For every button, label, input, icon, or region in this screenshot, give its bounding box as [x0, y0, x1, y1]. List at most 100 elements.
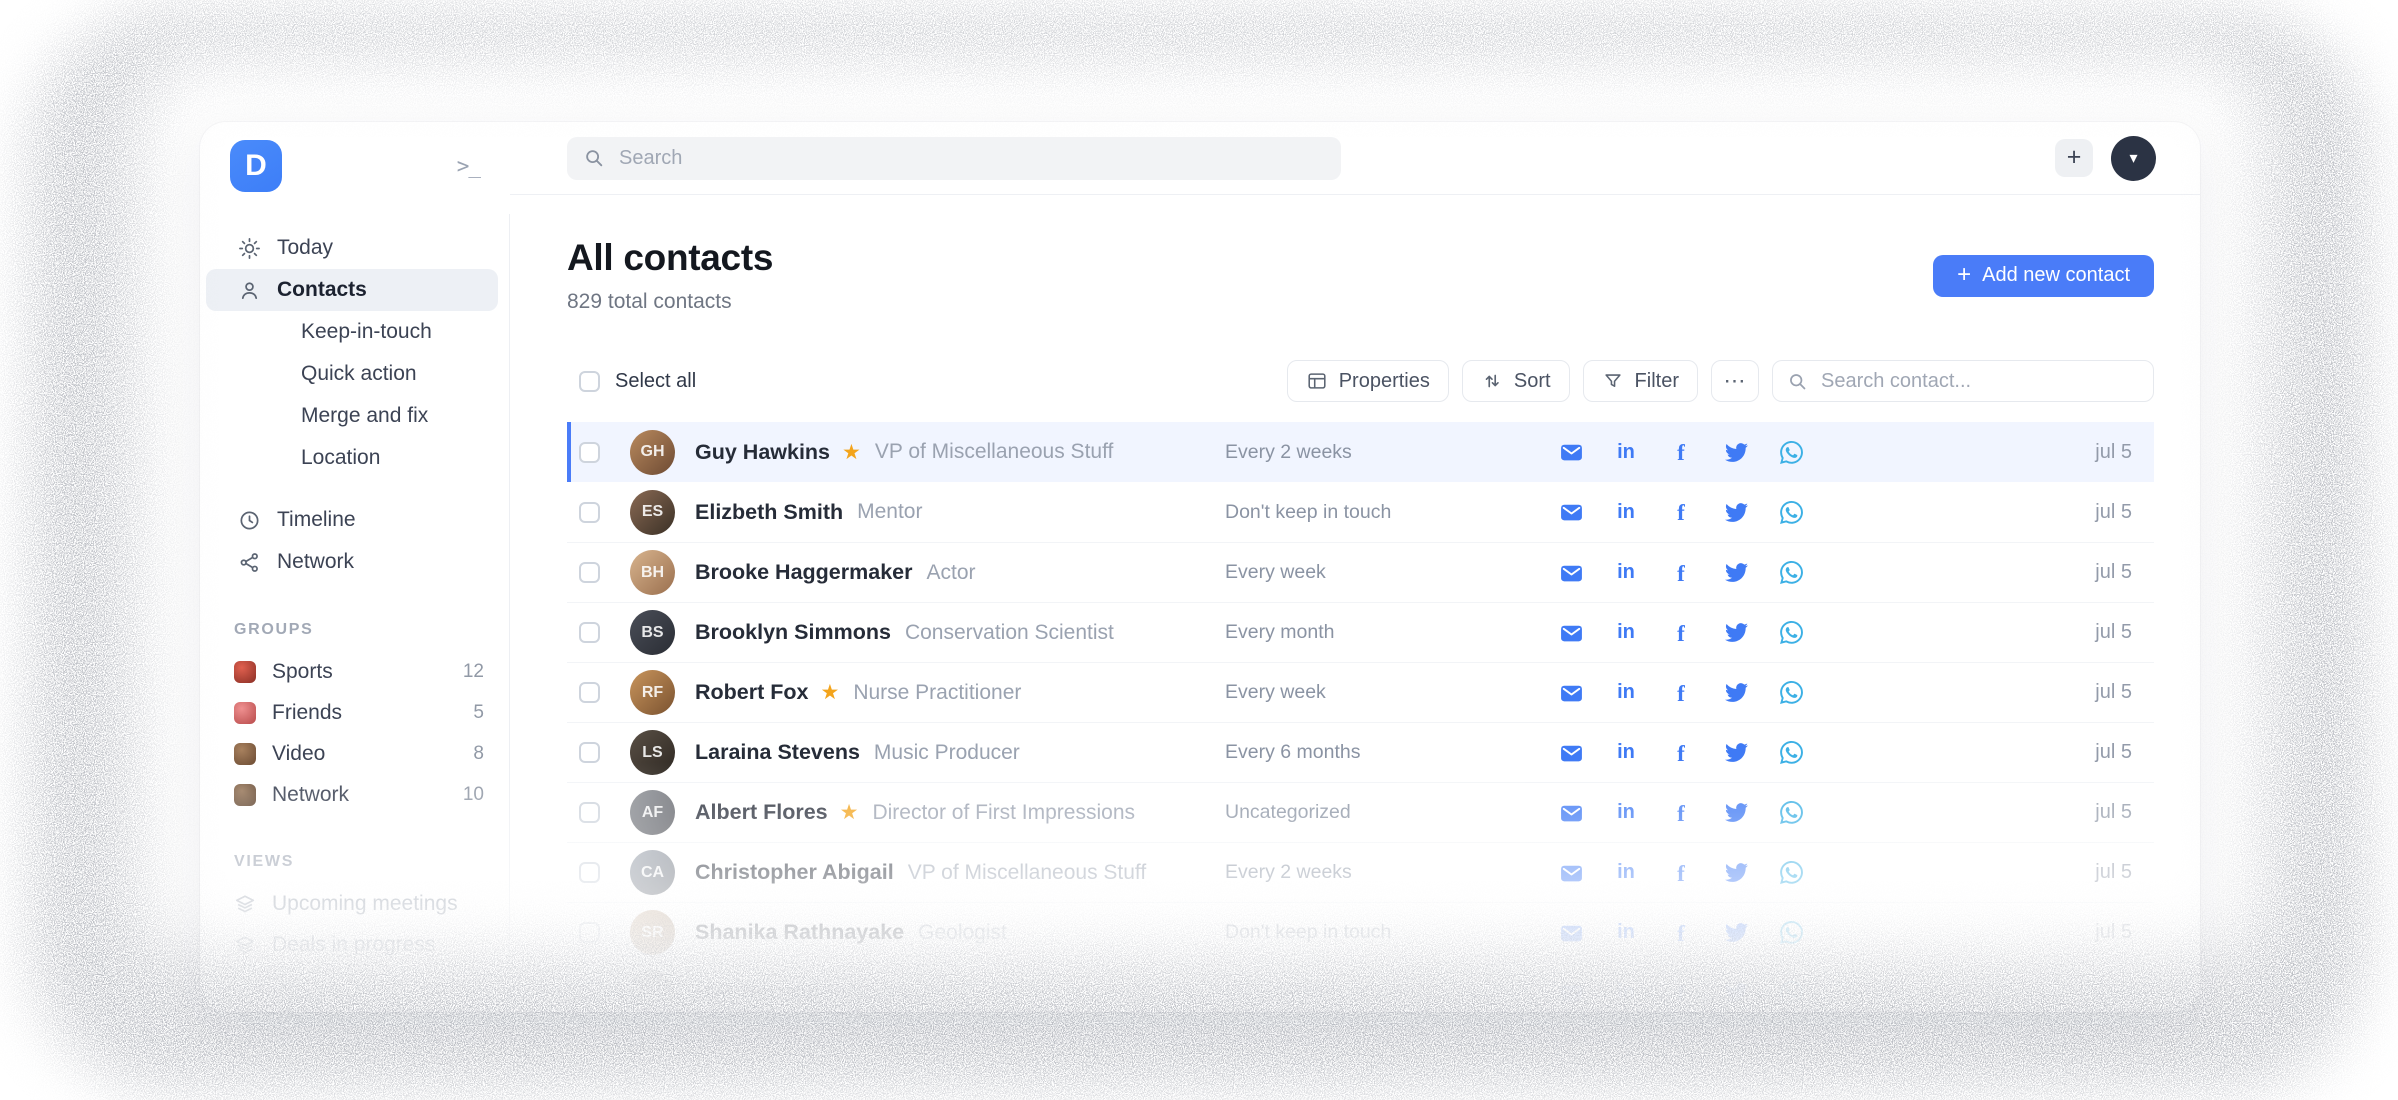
group-item-sports[interactable]: Sports 12	[200, 651, 510, 692]
row-checkbox[interactable]	[579, 742, 600, 763]
contact-name[interactable]: Shanika Rathnayake	[695, 920, 904, 945]
facebook-icon[interactable]: f	[1669, 921, 1693, 946]
contact-name[interactable]: Laraina Stevens	[695, 740, 860, 765]
avatar[interactable]: BH	[630, 550, 675, 595]
avatar[interactable]: HH	[630, 970, 675, 1012]
avatar[interactable]: SR	[630, 910, 675, 955]
linkedin-icon[interactable]: in	[1614, 801, 1638, 825]
twitter-icon[interactable]	[1724, 921, 1748, 945]
collapse-sidebar-icon[interactable]: >_	[457, 154, 481, 178]
filter-button[interactable]: Filter	[1582, 360, 1698, 402]
facebook-icon[interactable]: f	[1669, 440, 1693, 465]
contact-row[interactable]: SR Shanika Rathnayake ★ Geologist Don't …	[567, 902, 2154, 962]
twitter-icon[interactable]	[1724, 561, 1748, 585]
email-icon[interactable]	[1559, 861, 1583, 885]
view-item-upcoming-meetings[interactable]: Upcoming meetings	[200, 883, 510, 924]
twitter-icon[interactable]	[1724, 621, 1748, 645]
facebook-icon[interactable]: f	[1669, 981, 1693, 1006]
contact-search-input[interactable]	[1819, 368, 2139, 394]
row-checkbox[interactable]	[579, 562, 600, 583]
facebook-icon[interactable]: f	[1669, 561, 1693, 586]
whatsapp-icon[interactable]	[1779, 741, 1803, 765]
row-checkbox[interactable]	[579, 982, 600, 1003]
linkedin-icon[interactable]: in	[1614, 741, 1638, 765]
email-icon[interactable]	[1559, 500, 1583, 524]
row-checkbox[interactable]	[579, 922, 600, 943]
whatsapp-icon[interactable]	[1779, 561, 1803, 585]
facebook-icon[interactable]: f	[1669, 861, 1693, 886]
twitter-icon[interactable]	[1724, 500, 1748, 524]
linkedin-icon[interactable]: in	[1614, 981, 1638, 1005]
sidebar-item-quick-action[interactable]: Quick action	[200, 353, 510, 395]
facebook-icon[interactable]: f	[1669, 741, 1693, 766]
quick-add-button[interactable]: +	[2055, 139, 2093, 177]
group-item-network[interactable]: Network 10	[200, 774, 510, 815]
properties-button[interactable]: Properties	[1286, 360, 1449, 402]
row-checkbox[interactable]	[579, 622, 600, 643]
linkedin-icon[interactable]: in	[1614, 561, 1638, 585]
contact-name[interactable]: Brooklyn Simmons	[695, 620, 891, 645]
more-options-button[interactable]: ⋯	[1711, 360, 1759, 402]
twitter-icon[interactable]	[1724, 801, 1748, 825]
twitter-icon[interactable]	[1724, 440, 1748, 464]
email-icon[interactable]	[1559, 440, 1583, 464]
contact-name[interactable]: Robert Fox	[695, 680, 808, 705]
row-checkbox[interactable]	[579, 802, 600, 823]
linkedin-icon[interactable]: in	[1614, 681, 1638, 705]
sidebar-item-merge-and-fix[interactable]: Merge and fix	[200, 395, 510, 437]
contact-row[interactable]: GH Guy Hawkins ★ VP of Miscellaneous Stu…	[567, 422, 2154, 482]
whatsapp-icon[interactable]	[1779, 621, 1803, 645]
avatar[interactable]: GH	[630, 429, 675, 475]
avatar[interactable]: BS	[630, 610, 675, 655]
contact-name[interactable]: Elizbeth Smith	[695, 500, 843, 525]
whatsapp-icon[interactable]	[1779, 681, 1803, 705]
linkedin-icon[interactable]: in	[1614, 500, 1638, 524]
whatsapp-icon[interactable]	[1779, 440, 1803, 464]
sidebar-item-today[interactable]: Today	[206, 227, 498, 269]
contact-name[interactable]: Hyo Hartzell	[695, 980, 819, 1005]
row-checkbox[interactable]	[579, 682, 600, 703]
avatar[interactable]: RF	[630, 670, 675, 715]
whatsapp-icon[interactable]	[1779, 861, 1803, 885]
sidebar-item-timeline[interactable]: Timeline	[206, 499, 498, 541]
global-search[interactable]	[567, 136, 1341, 180]
facebook-icon[interactable]: f	[1669, 500, 1693, 525]
sidebar-item-contacts[interactable]: Contacts	[206, 269, 498, 311]
contact-row[interactable]: AF Albert Flores ★ Director of First Imp…	[567, 782, 2154, 842]
email-icon[interactable]	[1559, 801, 1583, 825]
contact-name[interactable]: Brooke Haggermaker	[695, 560, 912, 585]
email-icon[interactable]	[1559, 621, 1583, 645]
twitter-icon[interactable]	[1724, 741, 1748, 765]
contact-row[interactable]: BS Brooklyn Simmons ★ Conservation Scien…	[567, 602, 2154, 662]
avatar[interactable]: LS	[630, 730, 675, 775]
sidebar-item-location[interactable]: Location	[200, 437, 510, 479]
row-checkbox[interactable]	[579, 441, 600, 463]
sidebar-item-keep-in-touch[interactable]: Keep-in-touch	[200, 311, 510, 353]
view-item-deals-in-progress[interactable]: Deals in progress	[200, 924, 510, 965]
avatar[interactable]: CA	[630, 850, 675, 895]
linkedin-icon[interactable]: in	[1614, 921, 1638, 945]
twitter-icon[interactable]	[1724, 861, 1748, 885]
contact-name[interactable]: Guy Hawkins	[695, 440, 830, 465]
facebook-icon[interactable]: f	[1669, 801, 1693, 826]
sort-button[interactable]: Sort	[1461, 360, 1570, 402]
contact-name[interactable]: Christopher Abigail	[695, 860, 894, 885]
contact-name[interactable]: Albert Flores	[695, 800, 828, 825]
avatar[interactable]: AF	[630, 790, 675, 835]
email-icon[interactable]	[1559, 741, 1583, 765]
select-all[interactable]: Select all	[567, 370, 696, 393]
whatsapp-icon[interactable]	[1779, 801, 1803, 825]
avatar[interactable]: ES	[630, 489, 675, 535]
whatsapp-icon[interactable]	[1779, 921, 1803, 945]
contact-row[interactable]: LS Laraina Stevens ★ Music Producer Ever…	[567, 722, 2154, 782]
contact-row[interactable]: HH Hyo Hartzell ★ Investigator Every mon…	[567, 962, 2154, 1012]
email-icon[interactable]	[1559, 681, 1583, 705]
contact-row[interactable]: ES Elizbeth Smith ★ Mentor Don't keep in…	[567, 482, 2154, 542]
twitter-icon[interactable]	[1724, 681, 1748, 705]
linkedin-icon[interactable]: in	[1614, 621, 1638, 645]
select-all-checkbox[interactable]	[579, 370, 600, 392]
email-icon[interactable]	[1559, 921, 1583, 945]
facebook-icon[interactable]: f	[1669, 681, 1693, 706]
linkedin-icon[interactable]: in	[1614, 440, 1638, 464]
whatsapp-icon[interactable]	[1779, 500, 1803, 524]
